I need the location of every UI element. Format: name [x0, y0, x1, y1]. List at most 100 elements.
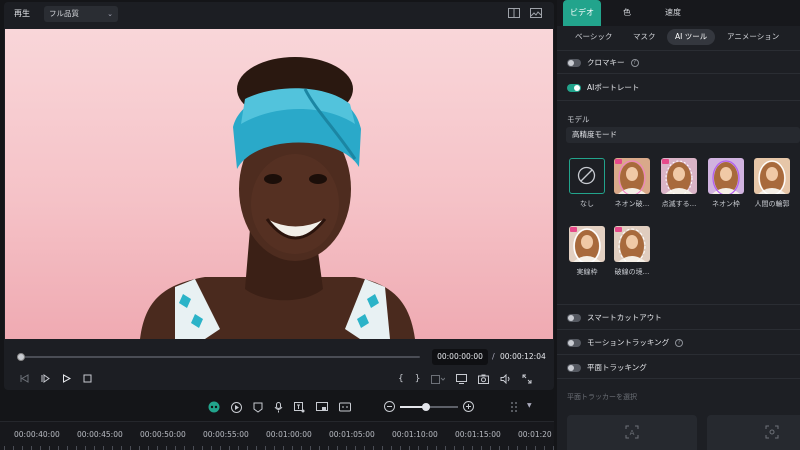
previous-frame-icon[interactable]	[20, 374, 29, 383]
zoom-in-icon[interactable]	[463, 401, 474, 412]
tracker-option-manual[interactable]	[707, 415, 800, 450]
premium-badge-icon	[615, 159, 622, 164]
timeline-tick-label: 00:01:20	[518, 430, 552, 439]
ai-assistant-icon[interactable]	[208, 401, 220, 413]
timeline-minor-tick	[328, 446, 329, 450]
video-preview[interactable]	[5, 29, 553, 339]
timeline-minor-tick	[301, 446, 302, 450]
zoom-slider[interactable]	[400, 402, 458, 411]
quality-dropdown[interactable]: フル品質 ⌄	[44, 6, 118, 22]
chevron-down-icon: ⌄	[107, 10, 113, 18]
mark-in-icon[interactable]: {	[398, 374, 404, 384]
compare-view-icon[interactable]	[508, 8, 520, 18]
effect-solid-frame[interactable]: 実線枠	[568, 226, 606, 277]
no-effect-icon	[577, 166, 596, 185]
property-tabs: ビデオ 色 速度	[557, 0, 800, 26]
tab-color[interactable]: 色	[612, 0, 642, 26]
timeline-minor-tick	[409, 446, 410, 450]
timeline-minor-tick	[94, 446, 95, 450]
grid-handle-icon[interactable]	[510, 401, 520, 413]
effect-thumb	[614, 158, 650, 194]
timeline-minor-tick	[247, 446, 248, 450]
subtab-mask[interactable]: マスク	[625, 29, 664, 45]
display-monitor-icon[interactable]	[456, 374, 468, 384]
text-to-speech-icon[interactable]	[294, 401, 305, 413]
chroma-key-toggle[interactable]	[567, 58, 581, 67]
stop-icon[interactable]	[83, 374, 92, 383]
current-timecode: 00:00:00:00	[432, 349, 488, 365]
timeline-minor-tick	[229, 446, 230, 450]
timeline-minor-tick	[499, 446, 500, 450]
tab-color-label: 色	[623, 8, 631, 17]
timeline-tick-label: 00:00:50:00	[140, 430, 186, 439]
subtab-animation[interactable]: アニメーション	[719, 29, 787, 45]
mark-out-icon[interactable]: }	[415, 374, 421, 384]
shield-marker-icon[interactable]	[253, 402, 263, 413]
effect-label: 点滅する...	[661, 200, 697, 208]
caret-down-icon[interactable]: ▼	[527, 402, 532, 409]
svg-text:A: A	[630, 429, 635, 437]
play-circle-icon[interactable]	[231, 401, 242, 413]
effect-preview-image	[708, 158, 744, 194]
effect-dashed-border[interactable]: 破線の境...	[613, 226, 651, 277]
effect-label: 人間の輪郭	[754, 200, 790, 208]
manual-tracker-icon	[765, 425, 779, 439]
planar-tracking-toggle[interactable]	[567, 363, 581, 372]
microphone-icon[interactable]	[274, 401, 283, 413]
zoom-out-icon[interactable]	[384, 401, 395, 412]
timeline-minor-tick	[490, 446, 491, 450]
render-preview-icon[interactable]	[431, 374, 446, 384]
timeline-minor-tick	[202, 446, 203, 450]
tab-speed[interactable]: 速度	[655, 0, 691, 26]
subtitle-icon[interactable]	[339, 402, 351, 413]
help-icon[interactable]: ?	[675, 338, 684, 347]
snapshot-image-icon[interactable]	[530, 8, 542, 18]
play-icon[interactable]	[62, 374, 71, 383]
chroma-key-label: クロマキー	[587, 58, 625, 67]
effect-neon-frame[interactable]: ネオン枠	[707, 158, 745, 209]
camera-snapshot-icon[interactable]	[478, 374, 490, 384]
timeline-toolbar: ▼	[0, 393, 554, 421]
effect-none-label: なし	[580, 200, 594, 208]
effect-human-outline[interactable]: 人間の輪郭	[753, 158, 791, 209]
playback-seekbar[interactable]	[17, 353, 420, 361]
effect-blinking[interactable]: 点滅する...	[660, 158, 698, 209]
timeline-minor-tick	[373, 446, 374, 450]
model-dropdown[interactable]: 高精度モード	[566, 127, 800, 143]
effect-neon-broken[interactable]: ネオン破...	[613, 158, 651, 209]
divider	[557, 354, 800, 355]
auto-tracker-icon: A	[625, 425, 639, 439]
help-icon[interactable]: ?	[630, 58, 639, 67]
zoom-slider-handle[interactable]	[422, 402, 431, 411]
timeline-minor-tick	[166, 446, 167, 450]
effect-label: ネオン破...	[614, 200, 650, 208]
ai-portrait-toggle[interactable]	[567, 83, 581, 92]
subtab-ai-tools[interactable]: AI ツール	[667, 29, 716, 45]
tracker-option-auto[interactable]: A	[567, 415, 697, 450]
picture-in-picture-icon[interactable]	[316, 401, 328, 413]
fullscreen-icon[interactable]	[522, 374, 532, 384]
timeline-minor-tick	[58, 446, 59, 450]
player-header: 再生 フル品質 ⌄	[4, 2, 554, 26]
divider	[557, 50, 800, 51]
timeline-minor-tick	[463, 446, 464, 450]
divider	[557, 304, 800, 305]
timeline-minor-tick	[184, 446, 185, 450]
volume-icon[interactable]	[500, 374, 511, 384]
subtab-basic[interactable]: ベーシック	[567, 29, 620, 45]
premium-badge-icon	[615, 227, 622, 232]
tab-video[interactable]: ビデオ	[563, 0, 601, 26]
timeline-minor-tick	[31, 446, 32, 450]
tab-video-label: ビデオ	[570, 8, 594, 17]
motion-tracking-toggle[interactable]	[567, 338, 581, 347]
timeline-ruler[interactable]: 00:00:40:00 00:00:45:00 00:00:50:00 00:00:5…	[0, 421, 554, 450]
effect-none[interactable]: なし	[568, 158, 606, 209]
smart-cutout-toggle[interactable]	[567, 313, 581, 322]
timeline-minor-tick	[40, 446, 41, 450]
timeline-minor-tick	[67, 446, 68, 450]
next-frame-icon[interactable]	[41, 374, 50, 383]
divider	[557, 378, 800, 379]
seekbar-handle[interactable]	[17, 353, 25, 361]
premium-badge-icon	[570, 227, 577, 232]
motion-tracking-label: モーショントラッキング	[587, 338, 670, 347]
